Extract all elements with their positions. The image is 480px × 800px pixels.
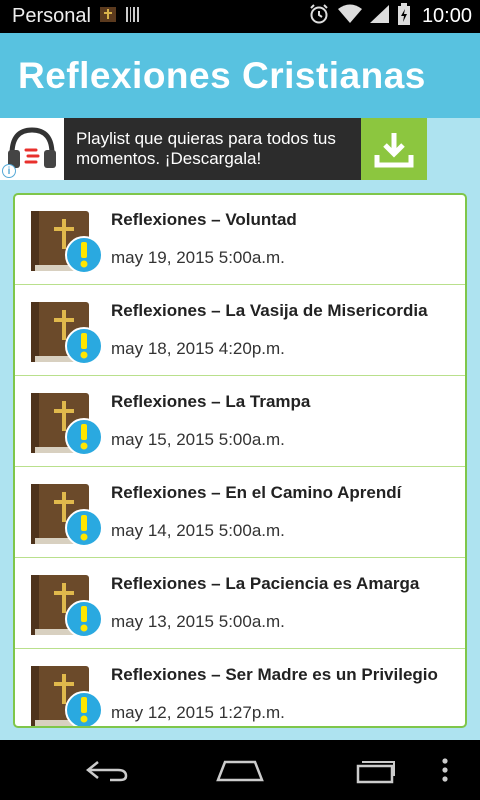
post-title: Reflexiones – Voluntad xyxy=(111,210,297,229)
bible-alert-icon xyxy=(29,300,104,367)
status-clock: 10:00 xyxy=(421,5,472,27)
post-title: Reflexiones – La Paciencia es Amarga xyxy=(111,574,420,593)
list-item[interactable]: Reflexiones – La Trampa may 15, 2015 5:0… xyxy=(15,377,465,467)
bible-alert-icon xyxy=(29,482,104,549)
ad-info-icon[interactable]: i xyxy=(2,164,16,178)
recent-apps-icon xyxy=(356,761,395,784)
back-button[interactable] xyxy=(77,752,137,788)
barcode-icon xyxy=(125,5,141,28)
app-screen: Reflexiones Cristianas Playlist que quie… xyxy=(0,33,480,740)
overflow-menu-icon xyxy=(442,758,448,782)
battery-icon xyxy=(397,3,410,30)
app-notification-icon xyxy=(99,5,117,28)
alarm-icon xyxy=(308,3,330,30)
list-item[interactable]: Reflexiones – La Paciencia es Amarga may… xyxy=(15,559,465,649)
wifi-icon xyxy=(337,4,362,29)
home-icon xyxy=(216,760,264,782)
recent-apps-button[interactable] xyxy=(345,752,405,788)
post-date: may 12, 2015 1:27p.m. xyxy=(111,703,285,722)
post-title: Reflexiones – Ser Madre es un Privilegio xyxy=(111,665,438,684)
post-date: may 14, 2015 5:00a.m. xyxy=(111,521,285,540)
post-title: Reflexiones – La Vasija de Misericordia xyxy=(111,301,428,320)
list-item[interactable]: Reflexiones – Ser Madre es un Privilegio… xyxy=(15,650,465,726)
post-title: Reflexiones – En el Camino Aprendí xyxy=(111,483,402,502)
carrier-name: Personal xyxy=(12,5,91,27)
list-item[interactable]: Reflexiones – La Vasija de Misericordia … xyxy=(15,286,465,376)
bible-alert-icon xyxy=(29,209,104,276)
app-title: Reflexiones Cristianas xyxy=(18,54,426,96)
bible-alert-icon xyxy=(29,391,104,458)
download-icon xyxy=(374,133,414,168)
post-date: may 19, 2015 5:00a.m. xyxy=(111,248,285,267)
overflow-menu-button[interactable] xyxy=(425,752,465,788)
ad-banner[interactable]: Playlist que quieras para todos tus mome… xyxy=(0,118,427,180)
post-date: may 13, 2015 5:00a.m. xyxy=(111,612,285,631)
navigation-bar xyxy=(0,740,480,800)
status-bar: Personal 10:00 xyxy=(0,0,480,33)
notification-icons xyxy=(99,5,141,28)
signal-icon xyxy=(369,4,390,29)
bible-alert-icon xyxy=(29,664,104,726)
ad-download-button[interactable] xyxy=(361,118,427,180)
posts-list[interactable]: Reflexiones – Voluntad may 19, 2015 5:00… xyxy=(13,193,467,728)
list-item[interactable]: Reflexiones – Voluntad may 19, 2015 5:00… xyxy=(15,195,465,285)
back-icon xyxy=(85,761,128,782)
ad-text: Playlist que quieras para todos tus mome… xyxy=(76,129,336,168)
post-title: Reflexiones – La Trampa xyxy=(111,392,311,411)
bible-alert-icon xyxy=(29,573,104,640)
app-header: Reflexiones Cristianas xyxy=(0,33,480,118)
post-date: may 18, 2015 4:20p.m. xyxy=(111,339,285,358)
home-button[interactable] xyxy=(210,752,270,788)
list-item[interactable]: Reflexiones – En el Camino Aprendí may 1… xyxy=(15,468,465,558)
post-date: may 15, 2015 5:00a.m. xyxy=(111,430,285,449)
